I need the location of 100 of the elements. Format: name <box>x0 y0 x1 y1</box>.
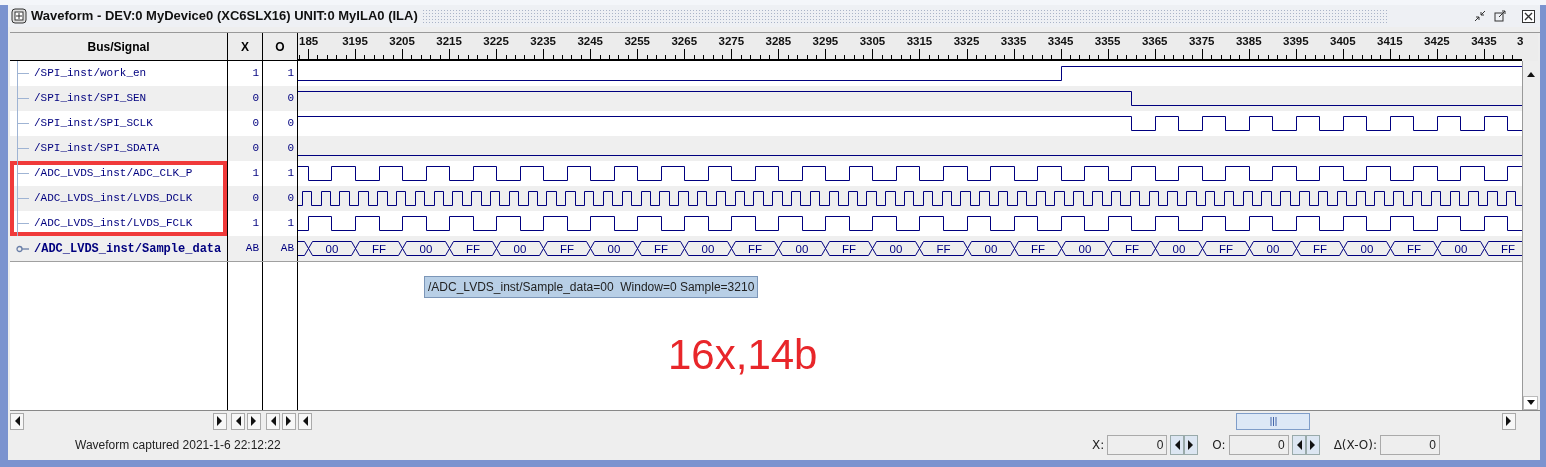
signal-value: AB <box>245 241 259 257</box>
signal-name: /ADC_LVDS_inst/Sample_data <box>34 240 222 258</box>
column-header: X <box>228 33 263 61</box>
decrement-button[interactable] <box>1170 434 1185 455</box>
scroll-right-button[interactable] <box>246 412 261 430</box>
status-message: Waveform captured 2021-1-6 22:12:22 <box>75 436 281 454</box>
ruler-label: 3355 <box>1094 35 1121 47</box>
signal-value: 1 <box>252 216 259 232</box>
scroll-left-button[interactable] <box>265 412 280 430</box>
app-icon <box>11 8 27 24</box>
ruler-label: 3425 <box>1424 35 1450 47</box>
scroll-right-button[interactable] <box>213 412 227 430</box>
signal-name: /SPI_inst/SPI_SCLK <box>34 116 153 132</box>
tree-line <box>16 161 30 186</box>
grip-icon <box>1269 416 1277 426</box>
ruler-label: 3345 <box>1047 35 1074 47</box>
column-header: Bus/Signal <box>10 33 228 61</box>
bus-value: FF <box>1312 242 1328 255</box>
bus-value: 00 <box>984 242 998 255</box>
hover-tooltip: /ADC_LVDS_inst/Sample_data=00 Window=0 Sample=3210 <box>424 276 759 298</box>
ruler-label: 3215 <box>436 35 462 47</box>
scroll-left-button[interactable] <box>230 412 245 430</box>
signal-value: 0 <box>252 116 259 132</box>
signal-name: /SPI_inst/SPI_SDATA <box>34 141 160 157</box>
scroll-down-button[interactable] <box>1523 396 1538 410</box>
cursor-field[interactable]: 0 <box>1107 434 1168 455</box>
caret-left-icon <box>269 416 276 426</box>
scroll-left-button[interactable] <box>298 412 312 430</box>
caret-right-icon <box>1188 439 1195 450</box>
caret-left-icon <box>14 416 20 426</box>
bus-value: 00 <box>1360 242 1374 255</box>
signal-row[interactable]: /ADC_LVDS_inst/LVDS_DCLK 0 0 <box>10 186 1522 211</box>
bus-value: 00 <box>1078 242 1092 255</box>
vertical-scrollbar[interactable] <box>1522 61 1538 410</box>
ruler-label: 3285 <box>765 35 792 47</box>
window-title: Waveform - DEV:0 MyDevice0 (XC6SLX16) UNIT:0 MyILA0 (ILA) <box>31 7 418 26</box>
signal-value: 0 <box>287 116 294 132</box>
annotation-text: 16x,14b <box>668 334 818 376</box>
maximize-button[interactable] <box>1492 8 1508 24</box>
ruler-label: 185 <box>299 35 319 47</box>
ruler-label: 3435 <box>1471 35 1497 47</box>
maximize-icon <box>1494 10 1506 22</box>
ruler-label: 3205 <box>389 35 415 47</box>
tree-line <box>16 211 30 236</box>
signal-value: 1 <box>252 166 259 182</box>
cursor-field[interactable]: 0 <box>1380 434 1440 455</box>
ruler-label: 3375 <box>1188 35 1215 47</box>
ruler-label: 3245 <box>577 35 603 47</box>
caret-right-icon <box>285 416 292 426</box>
ruler-label: 3385 <box>1235 35 1262 47</box>
caret-right-icon <box>217 416 223 426</box>
bus-value: 00 <box>795 242 809 255</box>
bus-value: 00 <box>701 242 715 255</box>
signal-value: 1 <box>287 166 294 182</box>
bus-value: FF <box>936 242 951 255</box>
ruler-label: 3305 <box>859 35 886 47</box>
bus-value: FF <box>747 242 763 255</box>
increment-button[interactable] <box>1184 434 1199 455</box>
bus-value: FF <box>1124 242 1140 255</box>
ruler-label: 3325 <box>953 35 980 47</box>
bus-value: FF <box>653 242 669 255</box>
scroll-right-button[interactable] <box>1502 412 1516 430</box>
tree-line <box>16 136 30 161</box>
column-header: O <box>263 33 298 61</box>
signal-row[interactable]: /SPI_inst/SPI_SCLK 0 0 <box>10 111 1522 136</box>
scroll-thumb[interactable] <box>1236 412 1310 430</box>
ruler-label: 3255 <box>624 35 651 47</box>
caret-left-icon <box>234 416 241 426</box>
caret-right-icon <box>250 416 257 426</box>
cursor-field[interactable]: 0 <box>1228 434 1289 455</box>
signal-row[interactable]: /ADC_LVDS_inst/ADC_CLK_P 1 1 <box>10 161 1522 186</box>
signal-value: 1 <box>287 216 294 232</box>
signal-row[interactable]: /ADC_LVDS_inst/LVDS_FCLK 1 1 <box>10 211 1522 236</box>
ruler-label: 3225 <box>483 35 509 47</box>
tree-line <box>16 86 30 111</box>
bus-value: 00 <box>419 242 433 255</box>
shrink-button[interactable] <box>1472 8 1488 24</box>
signal-value: 0 <box>287 91 294 107</box>
bus-icon <box>16 244 30 253</box>
scroll-left-button[interactable] <box>10 412 24 430</box>
bus-value: FF <box>1500 242 1516 255</box>
ruler-label: 3335 <box>1000 35 1027 47</box>
bus-value: FF <box>371 242 387 255</box>
bus-value: FF <box>465 242 481 255</box>
scroll-right-button[interactable] <box>281 412 296 430</box>
ruler-label: 3415 <box>1377 35 1403 47</box>
ruler-label: 3265 <box>671 35 698 47</box>
tree-line <box>16 186 30 211</box>
bus-value: 00 <box>1266 242 1280 255</box>
decrement-button[interactable] <box>1291 434 1306 455</box>
signal-value: 1 <box>287 66 294 82</box>
close-button[interactable] <box>1520 8 1536 24</box>
ruler-label: 3 <box>1517 35 1524 47</box>
signal-value: 0 <box>252 191 259 207</box>
signal-value: 1 <box>252 66 259 82</box>
signal-row[interactable]: /SPI_inst/work_en 1 1 <box>10 61 1522 86</box>
bus-value: 00 <box>1454 242 1468 255</box>
bus-value: FF <box>1218 242 1234 255</box>
signal-name: /SPI_inst/SPI_SEN <box>34 91 147 107</box>
caret-down-icon <box>1525 400 1536 406</box>
